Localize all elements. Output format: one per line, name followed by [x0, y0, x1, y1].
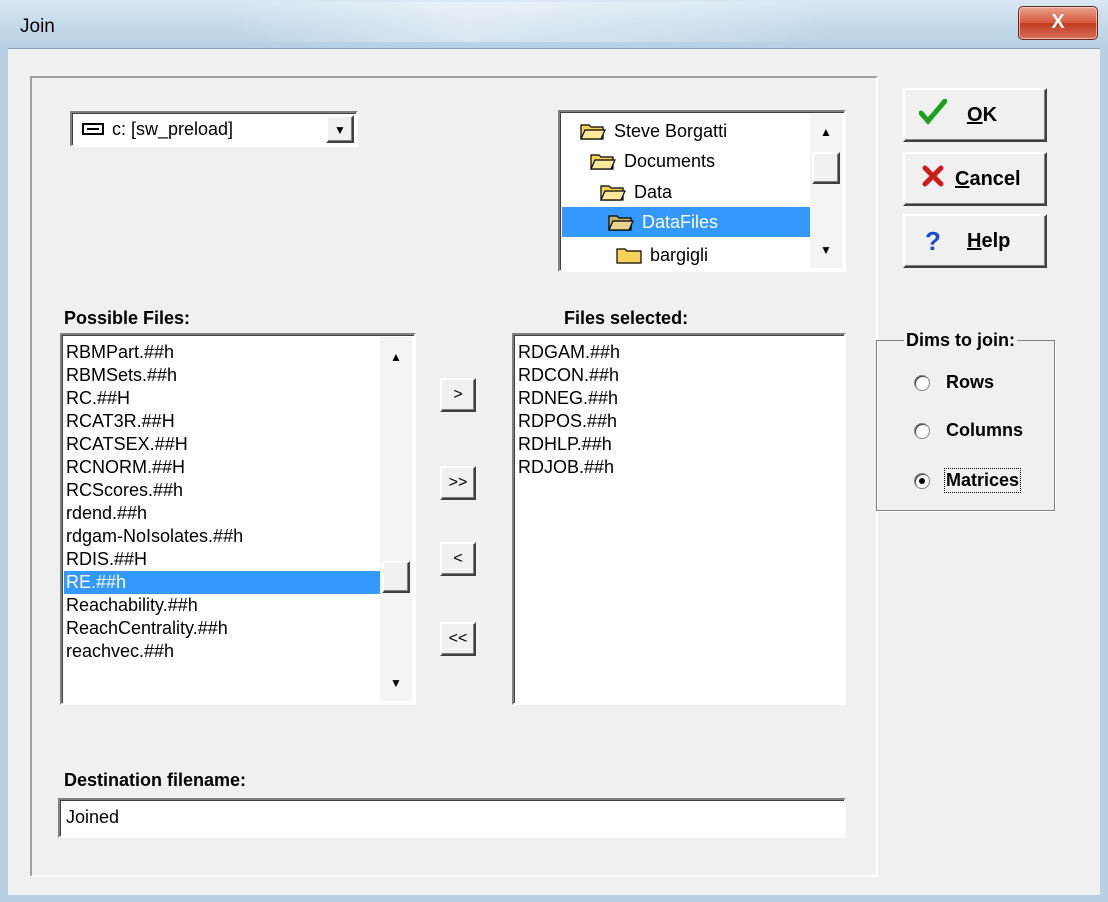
files-selected-list[interactable]: RDGAM.##h RDCON.##h RDNEG.##h RDPOS.##h …	[512, 333, 846, 705]
list-item[interactable]: rdend.##h	[66, 502, 147, 525]
radio-label: Matrices	[943, 468, 1022, 493]
dims-group-title: Dims to join:	[904, 330, 1017, 351]
folder-icon	[616, 246, 642, 264]
radio-label: Columns	[946, 420, 1024, 440]
title-bar-reflection	[220, 2, 840, 42]
window-frame-left	[0, 48, 8, 902]
list-item-selected[interactable]: RE.##h	[64, 571, 380, 594]
radio-button-checked[interactable]	[914, 472, 930, 489]
files-selected-label: Files selected:	[564, 308, 689, 328]
cancel-button-label: Cancel	[955, 167, 1021, 190]
folder-label: bargigli	[650, 244, 709, 265]
folder-label: Data	[634, 181, 673, 202]
folder-label: Documents	[624, 150, 716, 171]
destination-filename-input[interactable]: Joined	[58, 798, 846, 838]
open-folder-icon	[600, 183, 626, 201]
ok-button-label: OK	[967, 103, 998, 126]
help-button-label: Help	[967, 229, 1011, 252]
x-icon	[917, 164, 949, 195]
list-item[interactable]: RDPOS.##h	[518, 410, 617, 433]
list-item[interactable]: RCScores.##h	[66, 479, 183, 502]
folder-item[interactable]: Documents	[590, 146, 715, 176]
scroll-down-icon[interactable]: ▼	[380, 669, 412, 697]
folder-tree[interactable]: Steve Borgatti Documents Data DataFiles …	[558, 110, 846, 272]
list-item[interactable]: RDIS.##H	[66, 548, 147, 571]
list-item[interactable]: RDGAM.##h	[518, 341, 620, 364]
list-item[interactable]: Reachability.##h	[66, 594, 198, 617]
checkmark-icon	[917, 98, 949, 132]
question-mark-icon: ?	[925, 225, 941, 256]
folder-item-selected[interactable]: DataFiles	[562, 207, 810, 237]
add-all-files-button[interactable]: >>	[440, 466, 476, 500]
radio-columns[interactable]: Columns	[914, 420, 1023, 441]
radio-label: Rows	[946, 372, 995, 392]
remove-all-files-button[interactable]: <<	[440, 622, 476, 656]
open-folder-icon	[608, 213, 634, 231]
list-item[interactable]: RBMPart.##h	[66, 341, 174, 364]
window-frame-bottom	[0, 894, 1108, 902]
scroll-thumb[interactable]	[382, 561, 410, 593]
list-item[interactable]: RDNEG.##h	[518, 387, 618, 410]
list-item[interactable]: RBMSets.##h	[66, 364, 177, 387]
open-folder-icon	[580, 122, 606, 140]
ok-button[interactable]: OK	[903, 88, 1047, 142]
list-item[interactable]: reachvec.##h	[66, 640, 174, 663]
folder-item[interactable]: bargigli	[616, 240, 708, 270]
remove-file-button[interactable]: <	[440, 542, 476, 576]
list-item[interactable]: RCNORM.##H	[66, 456, 185, 479]
list-item[interactable]: RDCON.##h	[518, 364, 619, 387]
scroll-thumb[interactable]	[812, 152, 840, 184]
list-item[interactable]: RCATSEX.##H	[66, 433, 188, 456]
radio-rows[interactable]: Rows	[914, 372, 994, 393]
scroll-up-icon[interactable]: ▲	[380, 343, 412, 371]
possible-files-label: Possible Files:	[64, 308, 191, 328]
drive-icon	[82, 123, 104, 135]
close-button[interactable]: X	[1018, 6, 1098, 40]
chevron-down-icon[interactable]: ▼	[326, 115, 354, 143]
radio-button[interactable]	[914, 422, 930, 439]
list-item[interactable]: rdgam-NoIsolates.##h	[66, 525, 243, 548]
scroll-up-icon[interactable]: ▲	[810, 118, 842, 146]
cancel-button[interactable]: Cancel	[903, 152, 1047, 206]
list-item[interactable]: ReachCentrality.##h	[66, 617, 228, 640]
destination-filename-label: Destination filename:	[64, 770, 247, 790]
folder-item[interactable]: Steve Borgatti	[580, 116, 727, 146]
folder-tree-scrollbar[interactable]: ▲ ▼	[810, 114, 842, 268]
radio-button[interactable]	[914, 374, 930, 391]
drive-combo-value: c: [sw_preload]	[112, 119, 234, 139]
radio-matrices[interactable]: Matrices	[914, 468, 1022, 493]
scroll-down-icon[interactable]: ▼	[810, 236, 842, 264]
open-folder-icon	[590, 152, 616, 170]
possible-files-scrollbar[interactable]: ▲ ▼	[380, 337, 412, 701]
list-item[interactable]: RC.##H	[66, 387, 130, 410]
list-item[interactable]: RDJOB.##h	[518, 456, 614, 479]
folder-label: DataFiles	[642, 211, 719, 232]
window-title: Join	[20, 16, 55, 37]
help-button[interactable]: ? Help	[903, 214, 1047, 268]
possible-files-list[interactable]: RBMPart.##h RBMSets.##h RC.##H RCAT3R.##…	[60, 333, 416, 705]
list-item[interactable]: RCAT3R.##H	[66, 410, 175, 433]
list-item[interactable]: RDHLP.##h	[518, 433, 612, 456]
drive-combo[interactable]: c: [sw_preload] ▼	[70, 111, 358, 147]
add-file-button[interactable]: >	[440, 378, 476, 412]
window-frame-right	[1100, 48, 1108, 902]
folder-item[interactable]: Data	[600, 177, 672, 207]
folder-label: Steve Borgatti	[614, 120, 728, 141]
